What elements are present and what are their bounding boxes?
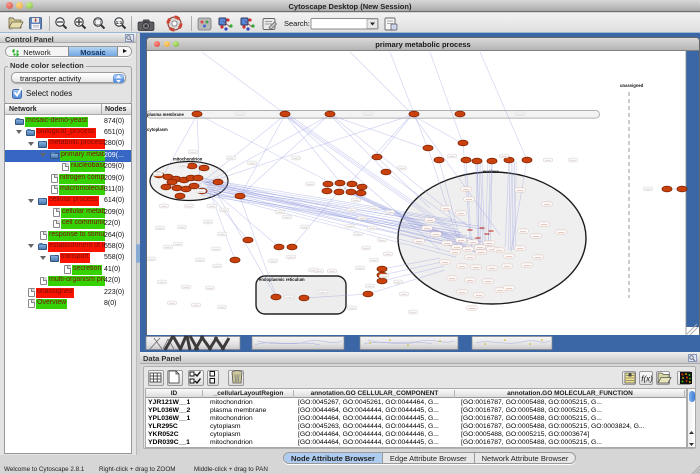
svg-text:Search:: Search: <box>284 19 310 28</box>
svg-text:mitochondrion: mitochondrion <box>173 157 203 162</box>
svg-text:unassigned: unassigned <box>620 83 644 88</box>
svg-text:f(x): f(x) <box>641 375 653 384</box>
svg-text:1:1: 1:1 <box>116 20 123 25</box>
svg-text:cytoplasm: cytoplasm <box>147 127 168 132</box>
svg-text:plasma membrane: plasma membrane <box>147 112 184 117</box>
